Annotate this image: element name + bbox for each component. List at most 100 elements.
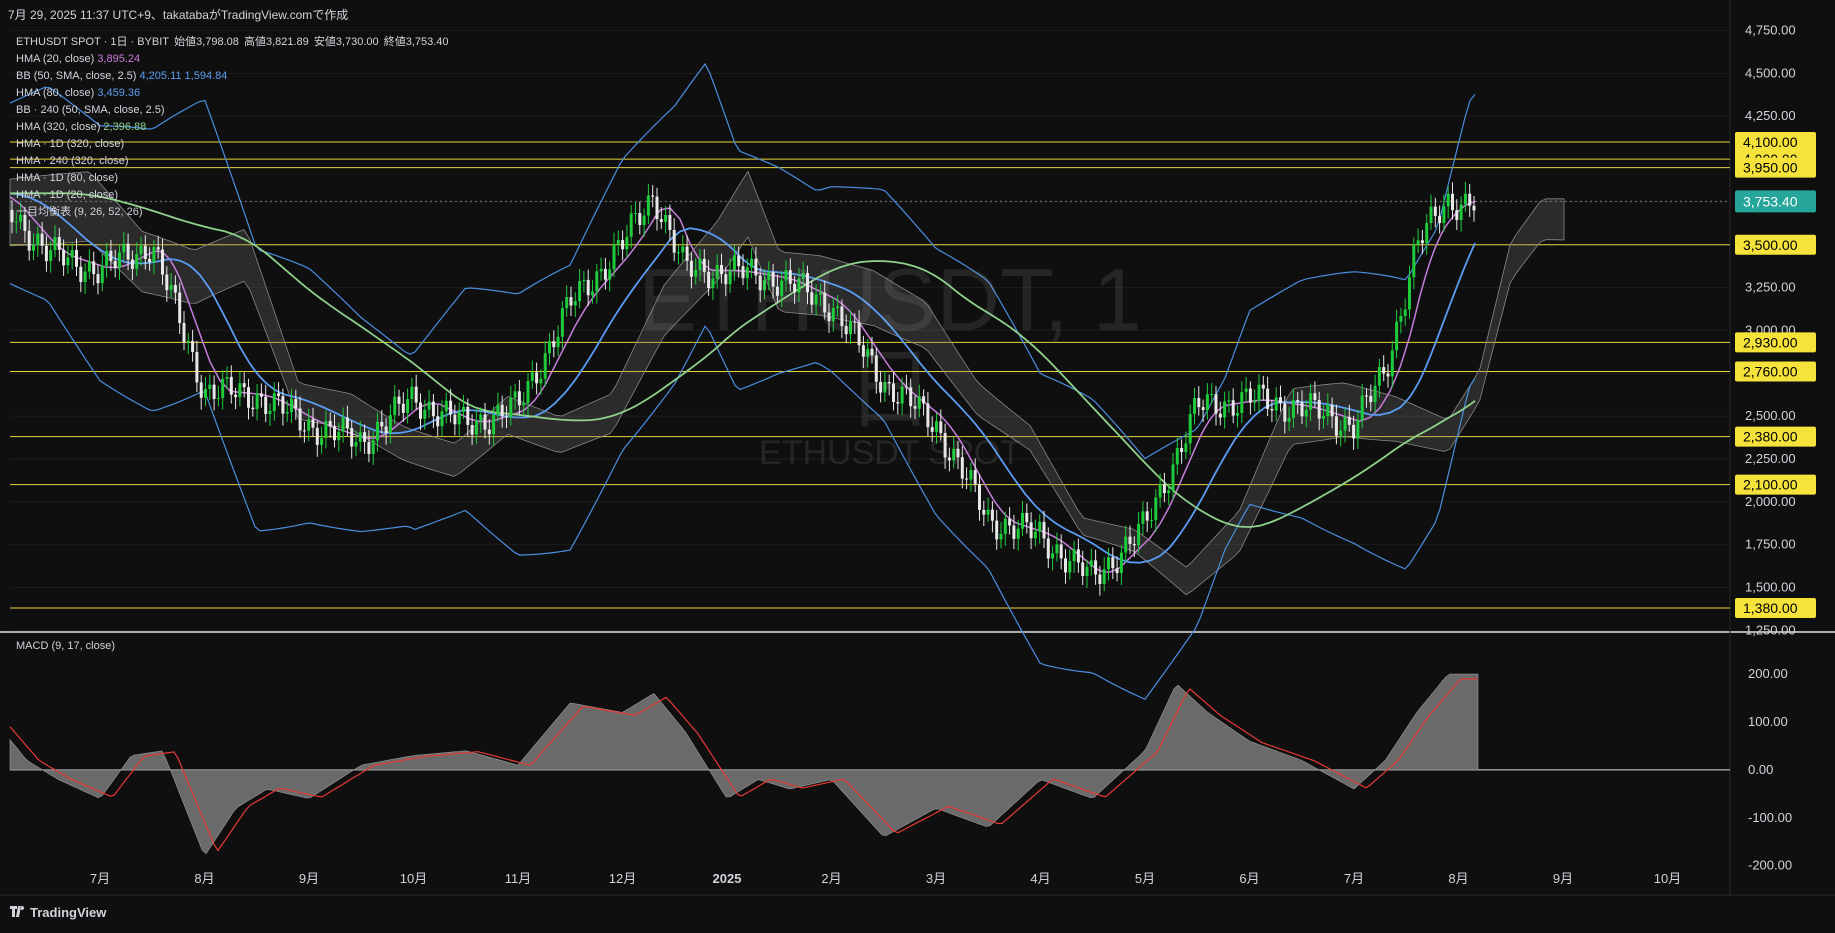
candle-body bbox=[143, 245, 147, 259]
level-badge-label: 1,380.00 bbox=[1743, 600, 1798, 616]
candle-body bbox=[384, 426, 388, 433]
candle-body bbox=[221, 378, 225, 398]
candle-body bbox=[1270, 408, 1274, 411]
candle-body bbox=[952, 448, 956, 461]
candle-body bbox=[681, 246, 685, 253]
legend-indicator[interactable]: HMA · 1D (320, close) bbox=[16, 136, 451, 153]
candle-body bbox=[388, 415, 392, 433]
legend-indicator[interactable]: BB (50, SMA, close, 2.5) 4,205.11 1,594.… bbox=[16, 68, 451, 85]
candle-body bbox=[290, 399, 293, 413]
macd-tick-label: 0.00 bbox=[1748, 762, 1773, 777]
time-tick-label: 10月 bbox=[400, 871, 427, 886]
candle-body bbox=[1309, 393, 1313, 410]
candle-body bbox=[1137, 523, 1141, 546]
candle-body bbox=[548, 341, 551, 354]
candle-body bbox=[810, 292, 814, 305]
candle-body bbox=[900, 386, 904, 404]
legend-indicator[interactable]: HMA (320, close) 2,396.88 bbox=[16, 119, 451, 136]
candle-body bbox=[247, 387, 250, 408]
price-tick-label: 4,750.00 bbox=[1745, 23, 1796, 38]
candle-body bbox=[1223, 401, 1227, 418]
candle-body bbox=[96, 274, 100, 284]
time-axis[interactable]: 7月 8月 9月 10月 11月 12月 2025 2月 3月 4月 5月 6月 7月 8月 9月 10月 bbox=[90, 871, 1681, 886]
candle-body bbox=[879, 381, 883, 393]
candle-body bbox=[1365, 395, 1368, 397]
legend-indicator[interactable]: HMA · 240 (320, close) bbox=[16, 153, 451, 170]
candle-body bbox=[767, 272, 771, 281]
candle-body bbox=[1218, 413, 1222, 418]
legend-indicator[interactable]: HMA · 1D (20, close) bbox=[16, 187, 451, 204]
candle-body bbox=[659, 219, 663, 222]
candle-body bbox=[152, 247, 156, 263]
candle-body bbox=[324, 420, 328, 439]
candle-body bbox=[492, 414, 496, 435]
candle-body bbox=[1330, 404, 1334, 417]
candle-body bbox=[367, 441, 371, 454]
candle-body bbox=[509, 397, 513, 418]
candle-body bbox=[87, 261, 91, 272]
candle-body bbox=[689, 260, 693, 277]
candle-body bbox=[363, 432, 367, 442]
level-badge-label: 2,100.00 bbox=[1743, 477, 1798, 493]
candle-body bbox=[530, 372, 534, 382]
price-axis[interactable]: 4,750.004,500.004,250.004,000.003,750.00… bbox=[1735, 23, 1816, 873]
price-tick-label: 2,000.00 bbox=[1745, 494, 1796, 509]
candle-body bbox=[874, 355, 878, 382]
candle-body bbox=[479, 414, 483, 421]
candle-body bbox=[1038, 521, 1042, 532]
candle-body bbox=[1261, 384, 1265, 389]
candle-body bbox=[1231, 400, 1235, 416]
candle-body bbox=[887, 382, 891, 384]
legend-indicator[interactable]: HMA · 1D (80, close) bbox=[16, 170, 451, 187]
tradingview-footer: TradingView bbox=[10, 905, 106, 920]
candle-body bbox=[105, 250, 109, 266]
candle-body bbox=[75, 249, 78, 267]
level-badge-label: 2,760.00 bbox=[1743, 364, 1798, 380]
time-tick-label: 12月 bbox=[609, 871, 636, 886]
candle-body bbox=[668, 214, 672, 230]
ohlc-3: 終値3,753.40 bbox=[380, 36, 449, 48]
legend-indicator[interactable]: HMA (20, close) 3,895.24 bbox=[16, 51, 451, 68]
candle-body bbox=[216, 397, 220, 399]
candle-body bbox=[1141, 511, 1145, 524]
price-tick-label: 1,250.00 bbox=[1745, 622, 1796, 637]
ichimoku-cloud-area bbox=[9, 170, 1565, 596]
candle-body bbox=[1227, 400, 1231, 402]
legend-indicator-value: 2,396.88 bbox=[103, 121, 147, 133]
candle-body bbox=[328, 420, 332, 427]
legend-indicator[interactable]: BB · 240 (50, SMA, close, 2.5) bbox=[16, 102, 451, 119]
candle-body bbox=[543, 353, 547, 379]
time-tick-label: 11月 bbox=[505, 871, 532, 886]
legend-indicator[interactable]: 一目均衡表 (9, 26, 52, 26) bbox=[16, 204, 451, 221]
candle-body bbox=[449, 400, 453, 415]
candle-body bbox=[806, 273, 809, 293]
candle-body bbox=[917, 396, 921, 409]
legend-indicator[interactable]: HMA (80, close) 3,459.36 bbox=[16, 85, 451, 102]
symbol-label[interactable]: ETHUSDT SPOT · 1日 · BYBIT bbox=[16, 36, 169, 48]
candle-body bbox=[414, 386, 418, 403]
candle-body bbox=[823, 292, 827, 313]
candle-body bbox=[109, 250, 113, 261]
candle-body bbox=[788, 270, 792, 284]
candle-body bbox=[1442, 206, 1446, 223]
candle-body bbox=[1377, 367, 1381, 386]
candle-body bbox=[49, 250, 53, 262]
candle-body bbox=[431, 401, 435, 417]
candle-body bbox=[857, 322, 861, 346]
candle-body bbox=[1420, 240, 1424, 244]
candle-body bbox=[999, 533, 1003, 540]
candle-body bbox=[1085, 566, 1089, 577]
candle-body bbox=[599, 268, 603, 272]
candle-body bbox=[517, 391, 521, 406]
candle-body bbox=[866, 348, 870, 357]
candle-body bbox=[1304, 409, 1308, 417]
candle-body bbox=[818, 292, 822, 295]
tradingview-logo-icon bbox=[10, 905, 26, 920]
candle-body bbox=[457, 411, 461, 425]
candle-body bbox=[350, 428, 354, 447]
candle-body bbox=[1150, 520, 1153, 522]
macd-label[interactable]: MACD (9, 17, close) bbox=[16, 640, 115, 652]
candle-body bbox=[603, 268, 607, 280]
candle-body bbox=[281, 396, 285, 414]
candle-body bbox=[1154, 497, 1158, 521]
